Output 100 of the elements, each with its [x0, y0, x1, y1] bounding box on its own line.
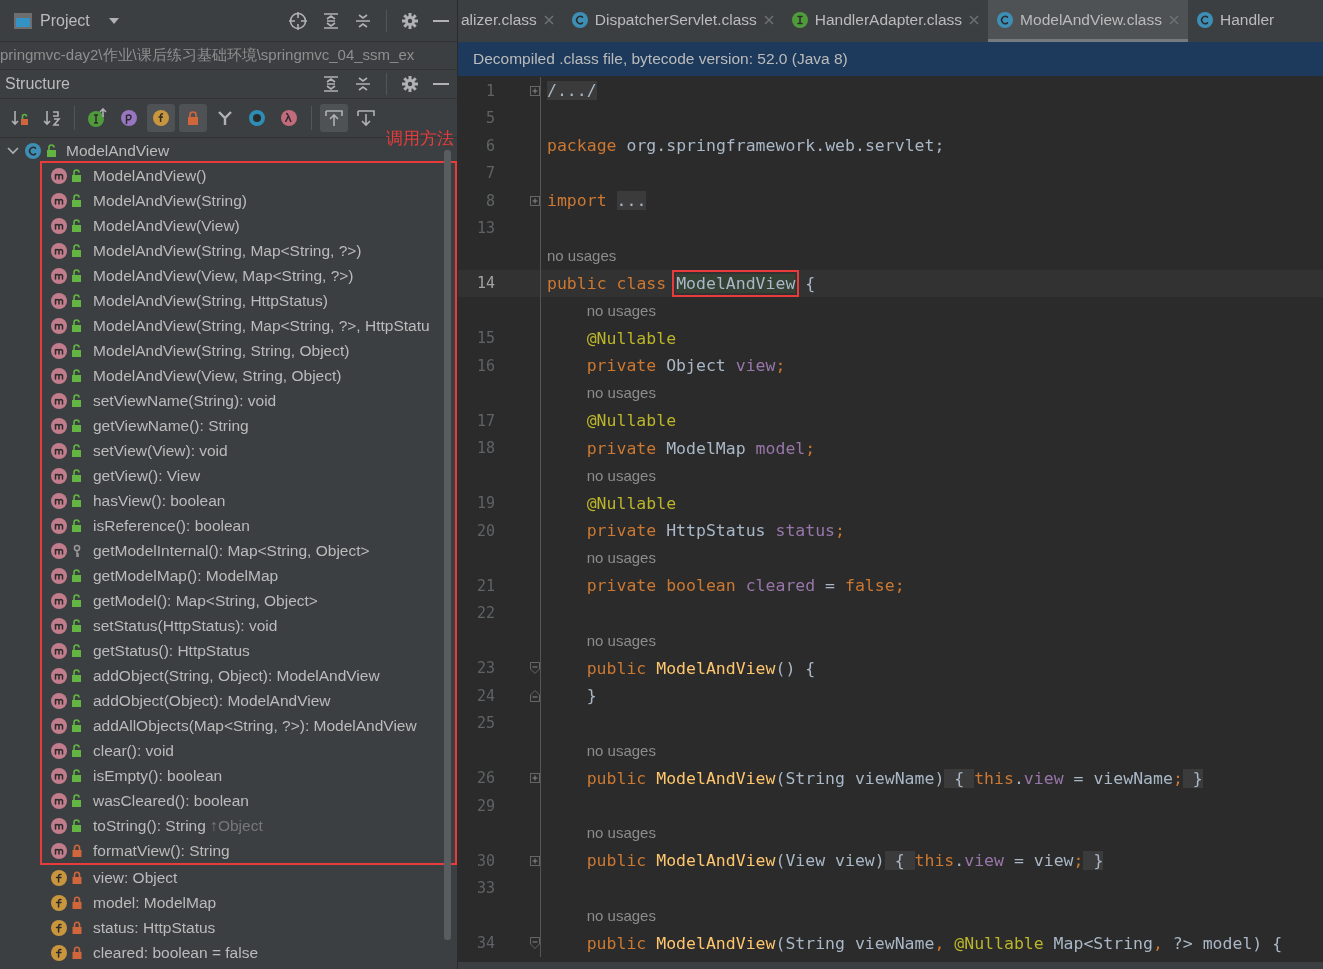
close-icon[interactable] — [543, 14, 554, 25]
line-number: 25 — [475, 714, 495, 733]
caret-icon[interactable] — [107, 16, 120, 25]
open-lock-icon — [71, 193, 83, 208]
method-icon — [51, 617, 67, 634]
fold-icon[interactable] — [530, 689, 540, 702]
structure-item[interactable]: ModelAndView(String, Map<String, ?>, HttpStatu — [93, 316, 430, 335]
fork-icon — [216, 109, 234, 127]
scroll-to-source-icon — [356, 108, 376, 128]
fold-icon[interactable] — [530, 855, 540, 866]
window-icon — [14, 12, 32, 29]
usage-hint[interactable]: no usages — [586, 906, 656, 924]
structure-item[interactable]: isReference(): boolean — [93, 516, 250, 535]
expand-all-icon[interactable] — [322, 11, 340, 30]
method-icon — [51, 792, 67, 809]
structure-item[interactable]: ModelAndView(String) — [93, 191, 247, 210]
usage-hint[interactable]: no usages — [586, 631, 656, 649]
method-icon — [51, 267, 67, 284]
editor-tab[interactable]: alizer.class — [458, 0, 563, 42]
usage-hint[interactable]: no usages — [586, 384, 656, 402]
structure-item[interactable]: addObject(String, Object): ModelAndView — [93, 666, 380, 685]
settings-icon[interactable] — [401, 75, 419, 93]
expand-all-icon[interactable] — [322, 75, 340, 93]
structure-item[interactable]: ModelAndView(View, String, Object) — [93, 366, 342, 385]
structure-item[interactable]: view: Object — [93, 868, 178, 887]
crosshair-icon[interactable] — [288, 10, 308, 31]
editor-tab[interactable]: Handler — [1188, 0, 1284, 42]
structure-item[interactable]: getStatus(): HttpStatus — [93, 641, 250, 660]
editor-tab[interactable]: ModelAndView.class — [988, 0, 1188, 42]
structure-item[interactable]: model: ModelMap — [93, 893, 217, 912]
structure-item[interactable]: clear(): void — [93, 741, 174, 760]
usage-hint[interactable]: no usages — [586, 824, 656, 842]
editor-tab[interactable]: HandlerAdapter.class — [782, 0, 989, 42]
structure-item[interactable]: status: HttpStatus — [93, 918, 216, 937]
line-number: 7 — [484, 164, 495, 183]
fold-icon[interactable] — [530, 662, 540, 675]
collapse-all-icon[interactable] — [354, 11, 372, 30]
toggle-button[interactable] — [147, 104, 175, 132]
line-number: 23 — [475, 659, 495, 678]
method-icon — [51, 467, 67, 484]
structure-item[interactable]: formatView(): String — [93, 841, 230, 860]
open-lock-icon — [71, 793, 83, 808]
structure-item[interactable]: getViewName(): String — [93, 416, 249, 435]
close-icon[interactable] — [763, 14, 774, 25]
fold-icon[interactable] — [530, 85, 540, 96]
line-number: 15 — [475, 329, 495, 348]
method-icon — [51, 417, 67, 434]
collapse-all-icon[interactable] — [354, 75, 372, 93]
structure-item[interactable]: addAllObjects(Map<String, ?>): ModelAndView — [93, 716, 417, 735]
structure-item[interactable]: setStatus(HttpStatus): void — [93, 616, 278, 635]
structure-item[interactable]: ModelAndView — [66, 141, 170, 160]
structure-item[interactable]: addObject(Object): ModelAndView — [93, 691, 331, 710]
open-lock-icon — [71, 343, 83, 358]
lock-icon — [71, 920, 83, 935]
structure-item[interactable]: cleared: boolean = false — [93, 943, 259, 962]
toggle-button[interactable] — [179, 104, 207, 132]
code-text: { — [804, 273, 816, 293]
structure-item[interactable]: ModelAndView(String, HttpStatus) — [93, 291, 328, 310]
structure-item[interactable]: ModelAndView(View, Map<String, ?>) — [93, 266, 354, 285]
method-icon — [51, 842, 67, 859]
structure-item[interactable]: getView(): View — [93, 466, 201, 485]
usage-hint[interactable]: no usages — [547, 246, 617, 264]
structure-item[interactable]: getModelMap(): ModelMap — [93, 566, 279, 585]
method-icon — [51, 367, 67, 384]
editor-tab[interactable]: DispatcherServlet.class — [562, 0, 783, 42]
structure-item[interactable]: ModelAndView(String, Map<String, ?>) — [93, 241, 362, 260]
structure-item[interactable]: ModelAndView() — [93, 166, 207, 185]
structure-item[interactable]: getModel(): Map<String, Object> — [93, 591, 318, 610]
scrollbar[interactable] — [444, 150, 451, 940]
structure-item[interactable]: hasView(): boolean — [93, 491, 226, 510]
structure-item[interactable]: ModelAndView(View) — [93, 216, 240, 235]
structure-item[interactable]: isEmpty(): boolean — [93, 766, 223, 785]
method-icon — [51, 342, 67, 359]
structure-item[interactable]: getModelInternal(): Map<String, Object> — [93, 541, 370, 560]
open-lock-icon — [71, 468, 83, 483]
open-lock-icon — [71, 568, 83, 583]
structure-item[interactable]: setViewName(String): void — [93, 391, 277, 410]
usage-hint[interactable]: no usages — [586, 466, 656, 484]
close-icon[interactable] — [969, 14, 980, 25]
toggle-button[interactable] — [320, 104, 348, 132]
project-title[interactable]: Project — [40, 11, 90, 30]
fold-icon[interactable] — [530, 195, 540, 206]
fold-icon[interactable] — [530, 937, 540, 950]
structure-item[interactable]: setView(View): void — [93, 441, 228, 460]
line-number: 6 — [484, 136, 495, 155]
minimize-icon[interactable] — [433, 82, 449, 86]
method-icon — [51, 717, 67, 734]
settings-icon[interactable] — [401, 11, 419, 30]
usage-hint[interactable]: no usages — [586, 741, 656, 759]
usage-hint[interactable]: no usages — [586, 301, 656, 319]
structure-item[interactable]: ModelAndView(String, String, Object) — [93, 341, 350, 360]
usage-hint[interactable]: no usages — [586, 549, 656, 567]
method-icon — [51, 692, 67, 709]
structure-item[interactable]: wasCleared(): boolean — [93, 791, 249, 810]
fold-icon[interactable] — [530, 773, 540, 784]
line-number: 20 — [475, 521, 495, 540]
method-icon — [51, 392, 67, 409]
structure-item[interactable]: toString(): String ↑Object — [93, 816, 263, 835]
key-icon — [71, 543, 83, 558]
open-lock-icon — [71, 368, 83, 383]
